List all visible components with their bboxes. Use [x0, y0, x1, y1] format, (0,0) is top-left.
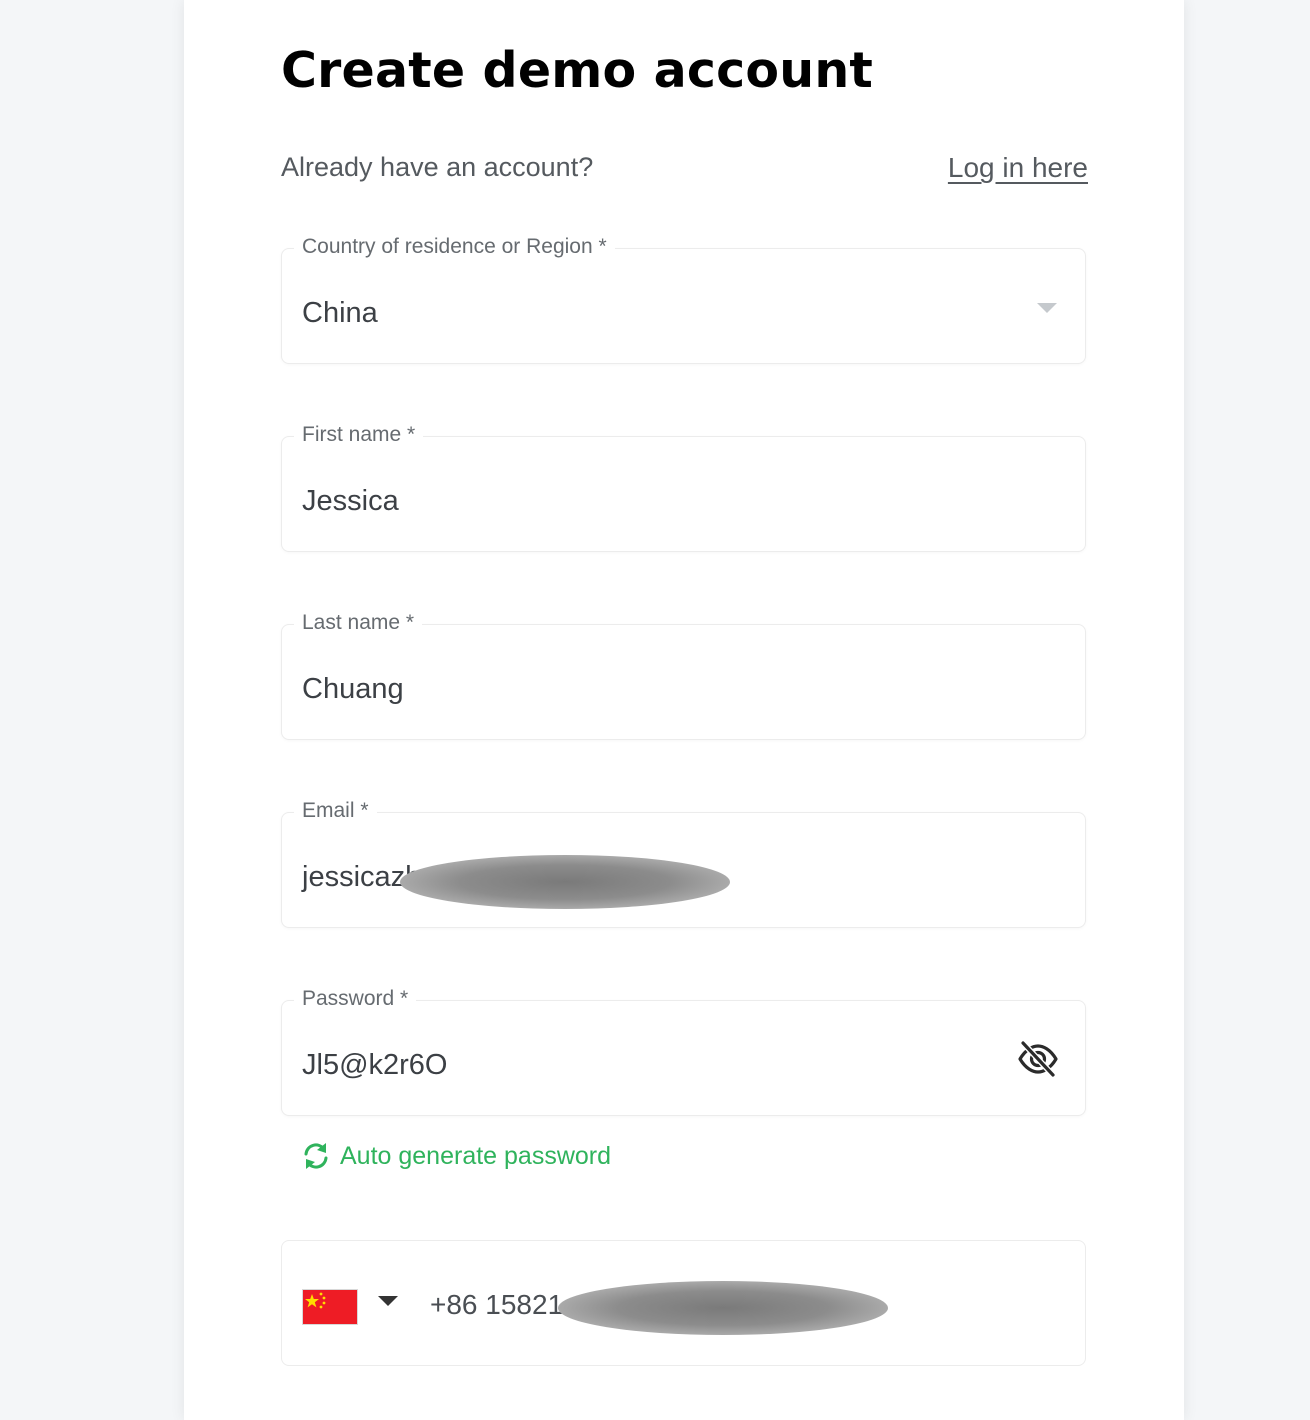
login-row: Already have an account? Log in here [281, 150, 1088, 190]
last-name-value: Chuang [302, 673, 404, 705]
email-redaction [400, 855, 730, 909]
country-label: Country of residence or Region * [294, 235, 615, 259]
email-label: Email * [294, 799, 377, 823]
country-select[interactable]: Country of residence or Region * China [281, 235, 1086, 364]
password-field[interactable]: Password * Jl5@k2r6O [281, 987, 1086, 1116]
auto-generate-password-label: Auto generate password [340, 1141, 612, 1170]
flag-stars-icon [305, 1292, 326, 1309]
eye-slash-icon[interactable] [1017, 1041, 1059, 1077]
country-code-dropdown-icon[interactable] [378, 1296, 398, 1306]
email-field[interactable]: Email * jessicazh [281, 799, 1086, 928]
phone-value: +86 15821 [430, 1289, 564, 1320]
chevron-down-icon[interactable] [1037, 303, 1057, 313]
refresh-icon [304, 1143, 328, 1169]
page-title: Create demo account [281, 42, 874, 99]
password-value: Jl5@k2r6O [302, 1049, 448, 1081]
phone-field[interactable]: +86 15821 [281, 1240, 1086, 1366]
login-prompt: Already have an account? [281, 152, 594, 182]
phone-redaction [558, 1281, 888, 1335]
first-name-value: Jessica [302, 485, 399, 517]
last-name-field[interactable]: Last name * Chuang [281, 611, 1086, 740]
first-name-field[interactable]: First name * Jessica [281, 423, 1086, 552]
last-name-label: Last name * [294, 611, 423, 635]
signup-card: Create demo account Already have an acco… [184, 0, 1184, 1420]
china-flag-icon[interactable] [302, 1289, 358, 1325]
password-label: Password * [294, 987, 417, 1011]
login-link[interactable]: Log in here [948, 152, 1088, 184]
auto-generate-password-button[interactable]: Auto generate password [302, 1136, 611, 1176]
first-name-label: First name * [294, 423, 424, 447]
country-value: China [302, 297, 378, 329]
